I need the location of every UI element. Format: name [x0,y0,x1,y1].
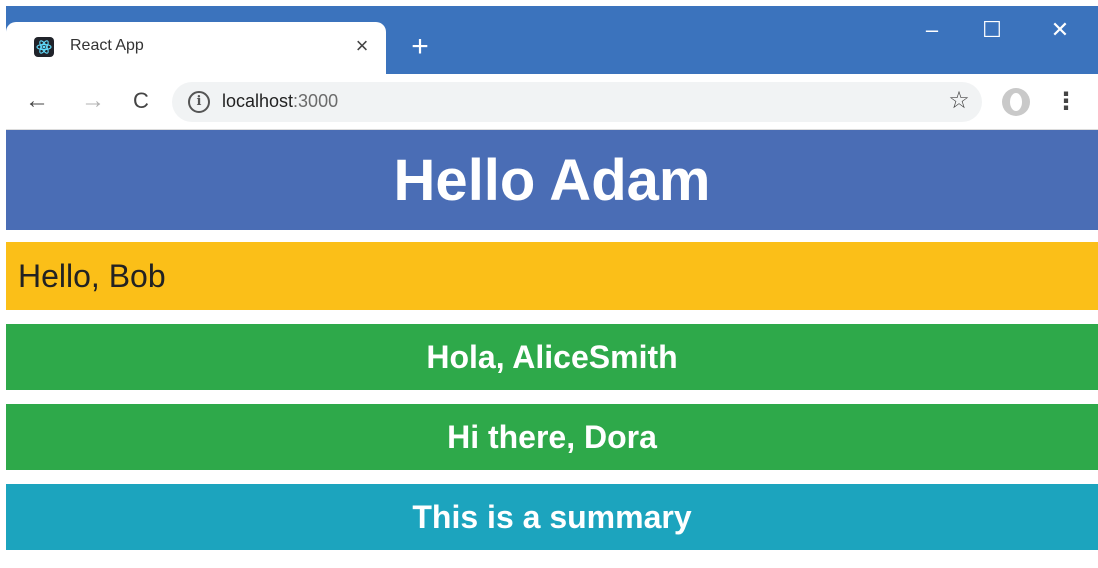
summary-banner: This is a summary [6,484,1098,550]
forward-arrow-icon[interactable]: → [76,84,110,118]
message-dora: Hi there, Dora [6,404,1098,470]
tab-strip: React App × + – ☐ ✕ [6,6,1098,74]
window-close-icon[interactable]: ✕ [1038,12,1082,48]
url-host: localhost [222,91,294,111]
site-info-icon[interactable]: i [188,91,210,113]
profile-avatar-icon[interactable] [1002,88,1030,116]
address-bar[interactable]: i localhost:3000 [172,82,982,122]
reload-icon[interactable]: C [124,84,158,118]
message-alice: Hola, AliceSmith [6,324,1098,390]
back-arrow-icon[interactable]: ← [20,84,54,118]
new-tab-icon[interactable]: + [404,32,436,64]
url-port: :3000 [293,91,339,111]
page-title: Hello Adam [6,130,1098,230]
tab-title: React App [70,37,144,54]
page-content: Hello Adam Hello, Bob Hola, AliceSmith H… [6,130,1098,568]
maximize-icon[interactable]: ☐ [970,12,1014,48]
browser-toolbar: ← → C i localhost:3000 ☆ ⋮ [6,74,1098,130]
tab-close-icon[interactable]: × [348,32,376,60]
tab-react-app[interactable]: React App × [6,22,386,74]
browser-window: React App × + – ☐ ✕ ← → C i localhost:30… [6,6,1098,568]
url-text: localhost:3000 [222,91,338,112]
react-logo-icon [34,37,54,57]
bookmark-star-icon[interactable]: ☆ [944,86,974,116]
message-bob: Hello, Bob [6,242,1098,310]
kebab-menu-icon[interactable]: ⋮ [1054,86,1078,118]
minimize-icon[interactable]: – [910,12,954,48]
